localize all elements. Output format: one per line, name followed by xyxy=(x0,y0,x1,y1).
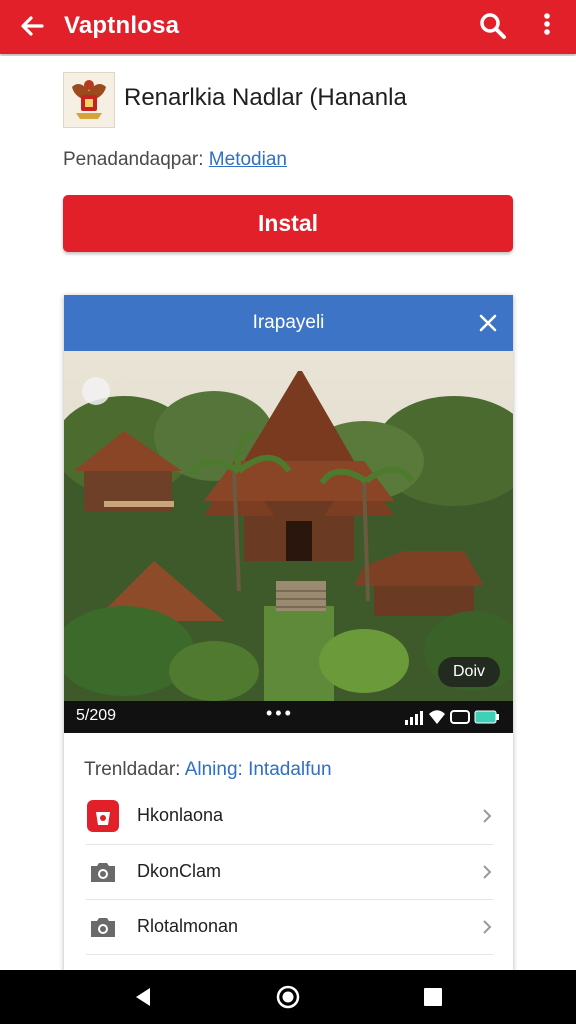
list-item-label: Hkonlaona xyxy=(137,805,224,825)
preview-card: Irapayeli Doiv 5/209 ••• Trenldadar: Aln… xyxy=(64,295,513,985)
section-link[interactable]: Alning: Intadalfun xyxy=(185,759,332,780)
camera-icon xyxy=(91,918,115,937)
chevron-right-icon xyxy=(483,809,492,823)
chevron-right-icon xyxy=(483,920,492,934)
page-indicator: ••• xyxy=(266,703,294,723)
app-red-icon xyxy=(87,800,119,832)
app-logo xyxy=(63,72,115,128)
more-vert-icon[interactable] xyxy=(536,10,558,42)
list-item-label: DkonClam xyxy=(137,861,222,881)
app-bar: Vaptnlosa xyxy=(0,0,576,54)
section-label: Trenldadar: xyxy=(84,759,181,780)
developer-label: Penadandaqpar: xyxy=(63,149,204,170)
install-button[interactable]: Instal xyxy=(63,195,513,252)
emblem-icon xyxy=(72,80,106,119)
battery-icon xyxy=(474,710,499,724)
vibrate-icon xyxy=(450,710,470,724)
nav-recents-icon[interactable] xyxy=(420,984,446,1010)
list-item[interactable]: Hkonlaona xyxy=(64,789,513,843)
signal-icon xyxy=(405,711,423,725)
app-name: Renarlkia Nadlar (Hananla xyxy=(124,84,407,111)
list-item[interactable]: DkonClam xyxy=(64,845,513,899)
developer-row: Penadandaqpar: Metodian xyxy=(63,149,287,171)
app-bar-title: Vaptnlosa xyxy=(64,12,180,39)
list-item-label: Rlotalmonan xyxy=(137,916,239,936)
nav-home-icon[interactable] xyxy=(275,984,301,1010)
image-status-bar: 5/209 ••• xyxy=(64,701,513,733)
camera-icon xyxy=(91,863,115,882)
screenshot-image xyxy=(64,351,513,701)
card-title: Irapayeli xyxy=(252,312,325,333)
divider xyxy=(86,954,493,955)
search-icon[interactable] xyxy=(476,9,510,43)
system-nav-bar xyxy=(0,970,576,1024)
image-badge: Doiv xyxy=(438,657,500,687)
nav-back-icon[interactable] xyxy=(130,984,156,1010)
wifi-icon xyxy=(429,710,445,724)
section-title: Trenldadar: Alning: Intadalfun xyxy=(84,759,332,781)
card-header: Irapayeli xyxy=(64,295,513,351)
back-arrow-icon[interactable] xyxy=(16,10,48,42)
chevron-right-icon xyxy=(483,865,492,879)
close-icon[interactable] xyxy=(474,309,502,337)
status-time: 5/209 xyxy=(76,707,117,724)
list-item[interactable]: Rlotalmonan xyxy=(64,900,513,954)
developer-link[interactable]: Metodian xyxy=(209,149,287,170)
